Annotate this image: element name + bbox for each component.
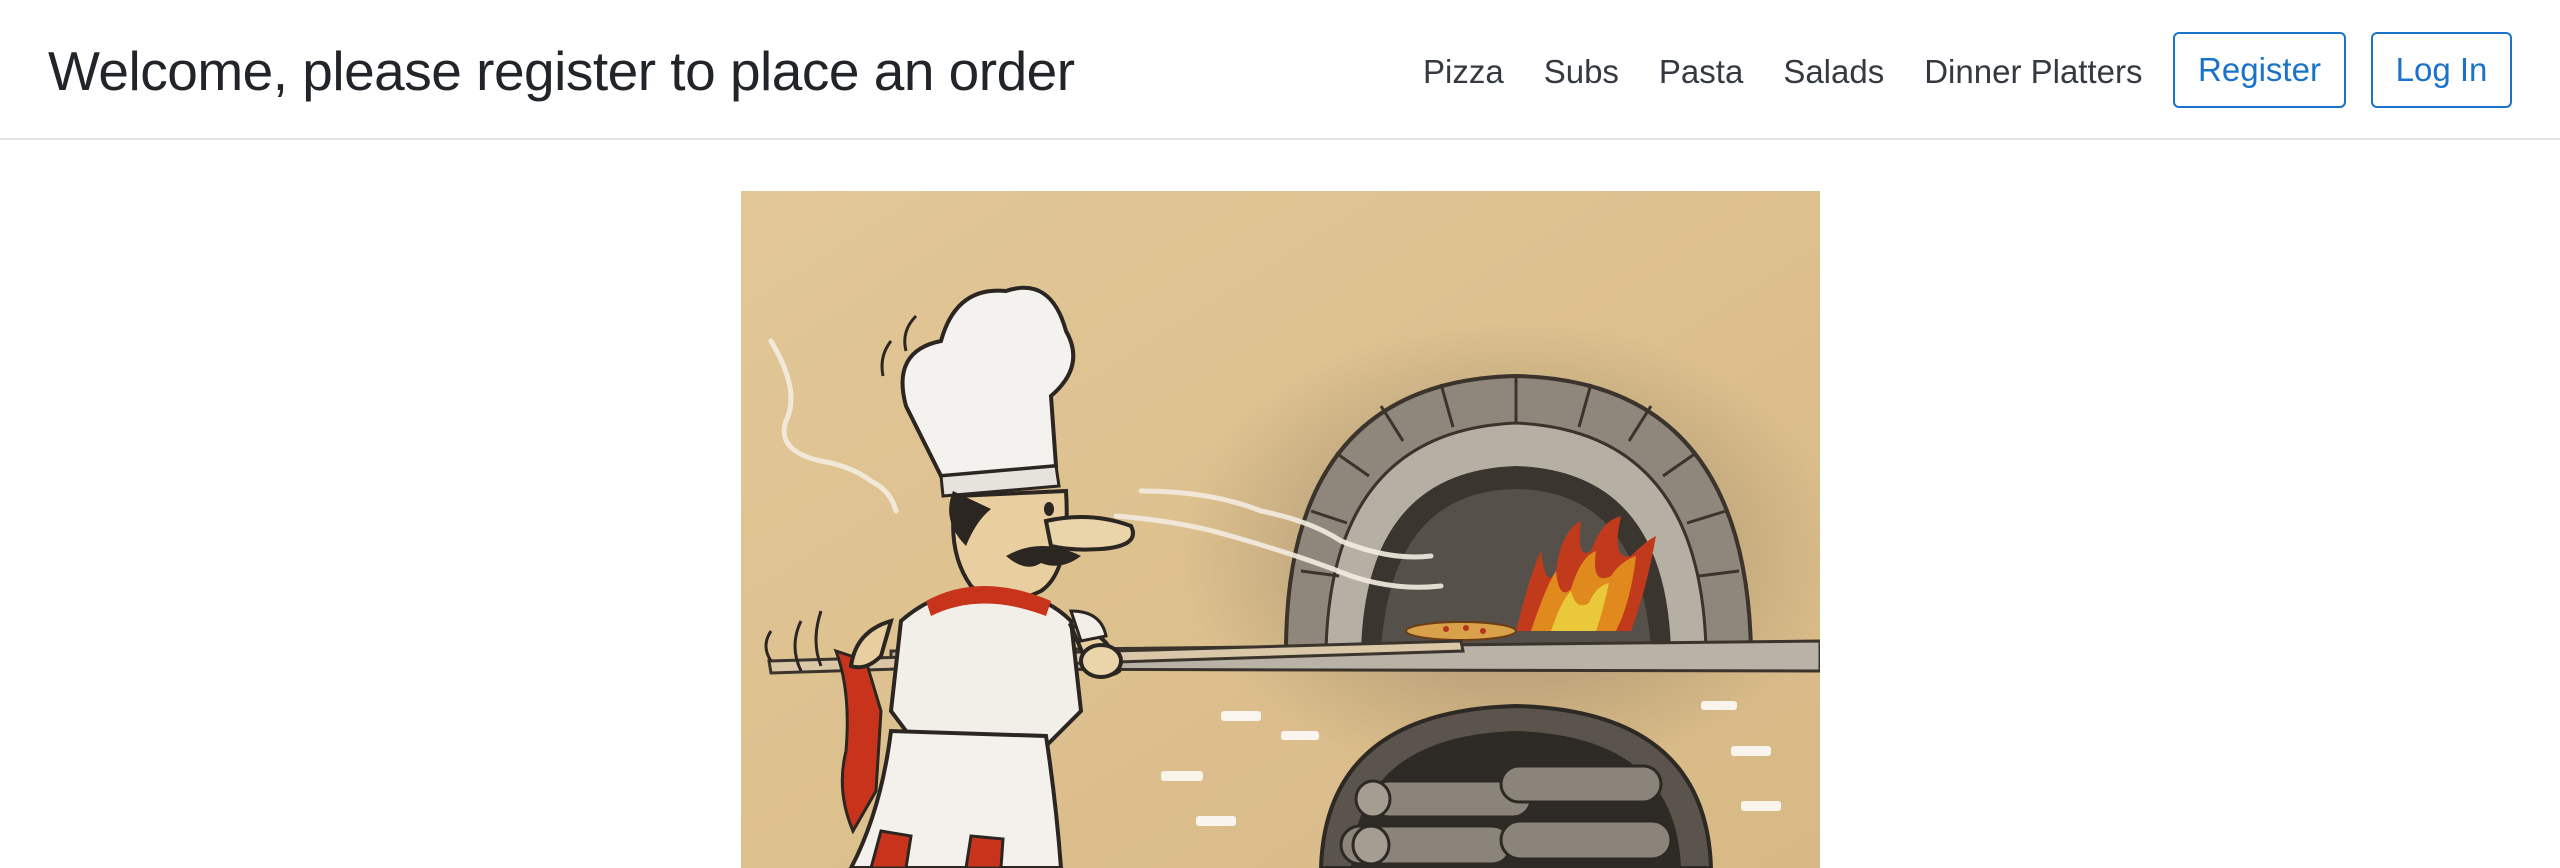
nav-link-salads[interactable]: Salads xyxy=(1783,53,1884,91)
pizza xyxy=(1405,621,1517,641)
chef-pizza-oven-illustration xyxy=(741,191,1820,868)
register-button[interactable]: Register xyxy=(2173,32,2346,108)
nav-link-subs[interactable]: Subs xyxy=(1544,53,1619,91)
hero-image xyxy=(741,191,1820,868)
login-button[interactable]: Log In xyxy=(2371,32,2512,108)
top-navbar: Welcome, please register to place an ord… xyxy=(0,0,2560,140)
page-title: Welcome, please register to place an ord… xyxy=(48,40,1075,102)
nav-link-pasta[interactable]: Pasta xyxy=(1659,53,1743,91)
category-nav: Pizza Subs Pasta Salads Dinner Platters xyxy=(1423,48,2142,96)
nav-link-dinner-platters[interactable]: Dinner Platters xyxy=(1924,53,2142,91)
nav-link-pizza[interactable]: Pizza xyxy=(1423,53,1504,91)
